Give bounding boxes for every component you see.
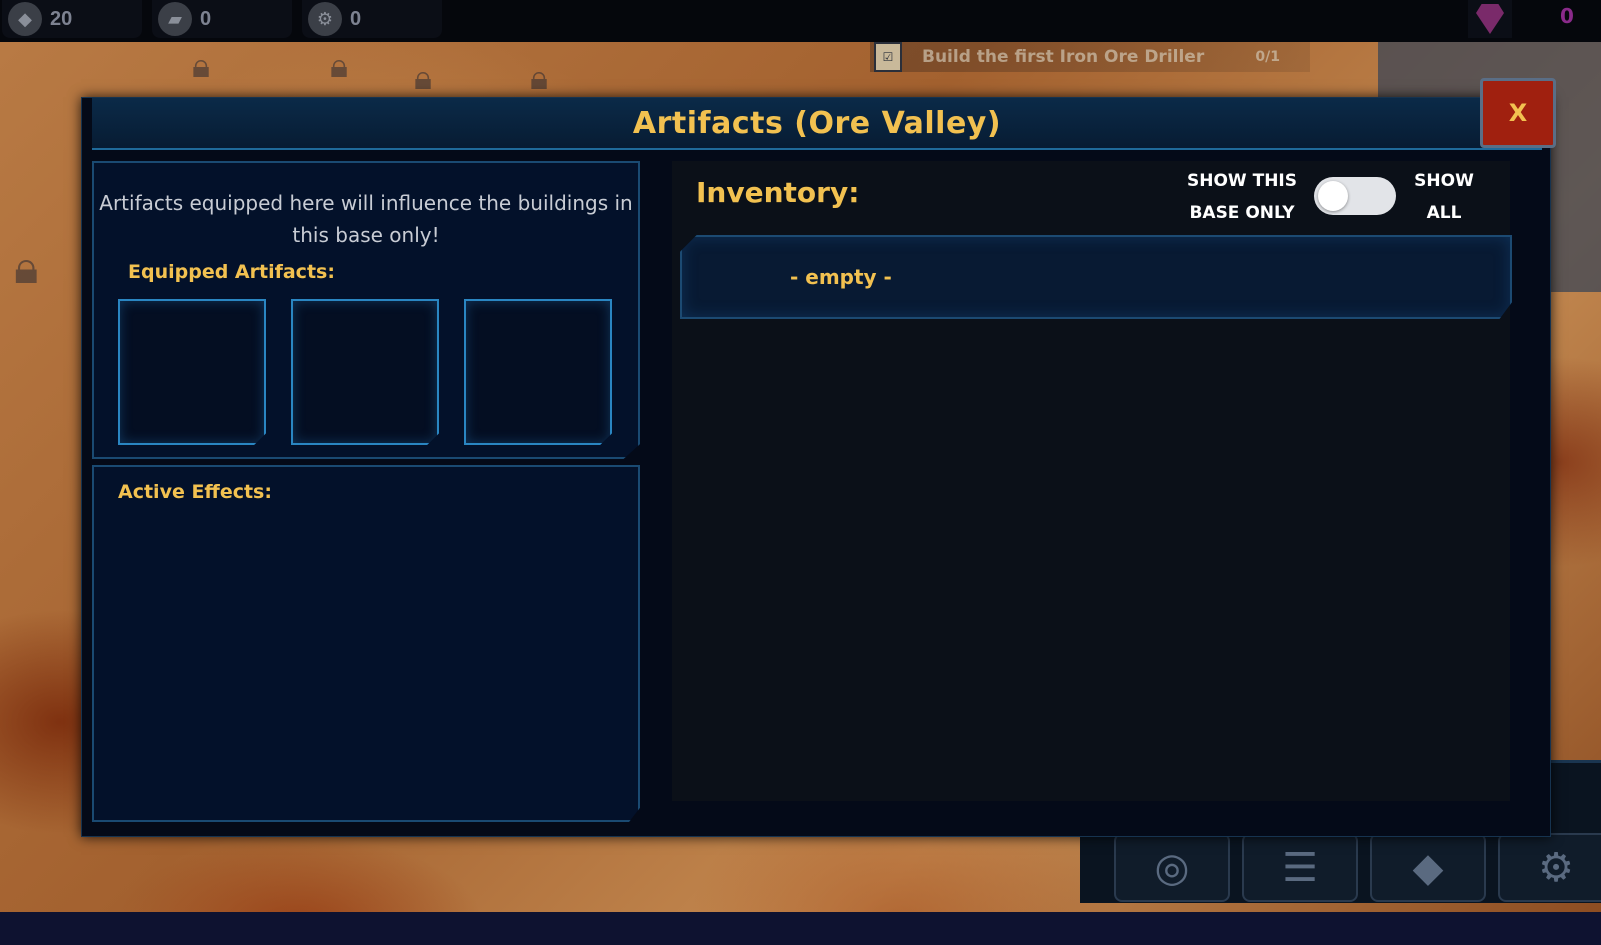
- inventory-empty-row: - empty -: [680, 235, 1512, 319]
- artifact-slot-1[interactable]: [118, 299, 266, 445]
- settings-button[interactable]: ⚙: [1498, 833, 1601, 902]
- list-button[interactable]: ☰: [1242, 833, 1358, 902]
- inventory-label: Inventory:: [696, 176, 860, 209]
- bottom-strip: [0, 912, 1601, 945]
- checklist-icon: ☑: [874, 42, 902, 72]
- lock-icon: 🔒︎: [14, 240, 39, 294]
- artifacts-description: Artifacts equipped here will influence t…: [99, 191, 633, 247]
- equipped-artifacts-panel: Artifacts equipped here will influence t…: [92, 161, 640, 459]
- close-button[interactable]: X: [1480, 78, 1556, 148]
- gem-icon: [1476, 4, 1504, 34]
- gear-coin-icon: ⚙: [308, 2, 342, 36]
- lock-icon: 🔒︎: [414, 58, 433, 98]
- resource-gear[interactable]: ⚙ 0: [302, 0, 442, 38]
- ore-icon: ◆: [8, 2, 42, 36]
- active-effects-label: Active Effects:: [118, 481, 272, 503]
- blueprint-button[interactable]: ◆: [1370, 833, 1486, 902]
- resource-ore-count: 20: [50, 7, 73, 30]
- active-effects-panel: Active Effects:: [92, 465, 640, 822]
- inventory-filter-toggle[interactable]: [1314, 177, 1396, 215]
- quest-text: Build the first Iron Ore Driller: [922, 47, 1205, 67]
- dialog-title: Artifacts (Ore Valley): [632, 105, 1002, 141]
- lock-icon: 🔒︎: [192, 46, 211, 86]
- premium-count: 0: [1560, 4, 1574, 28]
- toggle-knob: [1318, 181, 1348, 211]
- dialog-title-bar: Artifacts (Ore Valley): [92, 98, 1542, 150]
- toggle-label-this-base[interactable]: SHOW THIS BASE ONLY: [1182, 165, 1302, 229]
- quest-tracker[interactable]: ☑ Build the first Iron Ore Driller 0/1: [870, 42, 1310, 72]
- lock-icon: 🔒︎: [530, 58, 549, 98]
- inventory-empty-text: - empty -: [790, 265, 892, 289]
- equipped-artifacts-label: Equipped Artifacts:: [128, 261, 335, 283]
- resource-iron[interactable]: ▰ 0: [152, 0, 292, 38]
- lock-icon: 🔒︎: [330, 46, 349, 86]
- close-label: X: [1508, 99, 1528, 127]
- quest-progress: 0/1: [1255, 49, 1280, 65]
- top-resource-bar: ◆ 20 ▰ 0 ⚙ 0 0: [0, 0, 1601, 42]
- premium-currency[interactable]: [1468, 0, 1512, 38]
- toggle-label-all[interactable]: SHOW ALL: [1404, 165, 1484, 229]
- resource-ore[interactable]: ◆ 20: [2, 0, 142, 38]
- resource-iron-count: 0: [200, 7, 212, 30]
- storage-button[interactable]: ◎: [1114, 833, 1230, 902]
- resource-gear-count: 0: [350, 7, 362, 30]
- inventory-panel: Inventory: SHOW THIS BASE ONLY SHOW ALL …: [672, 161, 1512, 801]
- artifact-slot-2[interactable]: [291, 299, 439, 445]
- artifacts-dialog: Artifacts (Ore Valley) Artifacts equippe…: [81, 97, 1551, 837]
- artifact-slot-3[interactable]: [464, 299, 612, 445]
- iron-ingot-icon: ▰: [158, 2, 192, 36]
